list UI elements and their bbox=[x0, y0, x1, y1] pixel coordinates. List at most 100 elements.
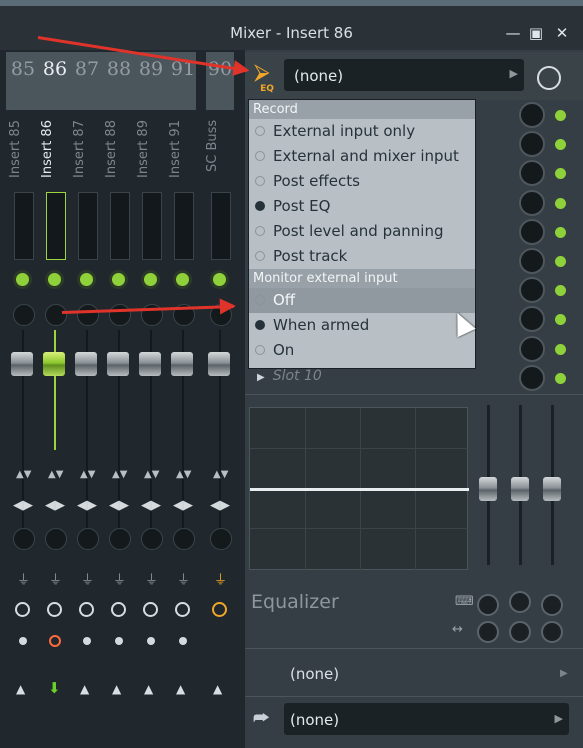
clock-icon[interactable] bbox=[15, 602, 30, 617]
swap-channels-icon[interactable]: ◀▶ bbox=[141, 498, 161, 513]
route-icon[interactable]: ⏚ bbox=[214, 569, 227, 588]
record-item[interactable]: Post level and panning bbox=[249, 219, 475, 244]
slot-enable-led[interactable] bbox=[555, 110, 566, 121]
track-number-87[interactable]: 87 bbox=[72, 58, 102, 80]
track-number-85[interactable]: 85 bbox=[8, 58, 38, 80]
mixer-strip[interactable]: Insert 86 ▲▼ ◀▶ ⏚ ⬇ bbox=[40, 110, 70, 748]
record-dot[interactable] bbox=[19, 637, 27, 645]
clock-icon[interactable] bbox=[537, 66, 561, 90]
send-arrow-up-icon[interactable]: ▲ bbox=[16, 682, 25, 696]
output-select[interactable]: (none) ▶ bbox=[284, 703, 569, 735]
record-dot[interactable] bbox=[115, 637, 123, 645]
record-item[interactable]: External and mixer input bbox=[249, 144, 475, 169]
separation-knob[interactable] bbox=[141, 528, 163, 550]
monitor-item[interactable]: When armed bbox=[249, 313, 475, 338]
eq-band-1-bw-knob[interactable] bbox=[477, 621, 499, 643]
volume-fader[interactable] bbox=[43, 352, 65, 376]
pan-knob[interactable] bbox=[109, 304, 131, 326]
enable-led[interactable] bbox=[16, 273, 29, 286]
enable-led[interactable] bbox=[213, 273, 226, 286]
mixer-strip-scbuss[interactable]: SC Buss ▲▼ ◀▶ ⏚ ▲ bbox=[205, 110, 235, 748]
stereo-separation-icon[interactable]: ▲▼ bbox=[16, 470, 31, 480]
swap-channels-icon[interactable]: ◀▶ bbox=[173, 498, 193, 513]
clock-icon[interactable] bbox=[79, 602, 94, 617]
volume-fader[interactable] bbox=[75, 352, 97, 376]
mixer-strip[interactable]: Insert 87 ▲▼ ◀▶ ⏚ ▲ bbox=[72, 110, 102, 748]
clock-icon[interactable] bbox=[143, 602, 158, 617]
eq-graph[interactable] bbox=[249, 407, 469, 571]
volume-fader[interactable] bbox=[107, 352, 129, 376]
send-arrow-up-icon[interactable]: ▲ bbox=[80, 682, 89, 696]
slot-mix-knob[interactable] bbox=[519, 277, 545, 304]
separation-knob[interactable] bbox=[109, 528, 131, 550]
volume-fader[interactable] bbox=[11, 352, 33, 376]
separation-knob[interactable] bbox=[210, 528, 232, 550]
maximize-icon[interactable]: ▣ bbox=[527, 24, 545, 42]
separation-knob[interactable] bbox=[13, 528, 35, 550]
clock-icon[interactable] bbox=[47, 602, 62, 617]
separation-knob[interactable] bbox=[77, 528, 99, 550]
route-icon[interactable]: ⏚ bbox=[49, 569, 62, 588]
enable-led[interactable] bbox=[80, 273, 93, 286]
mixer-strip[interactable]: Insert 91 ▲▼ ◀▶ ⏚ ▲ bbox=[168, 110, 198, 748]
record-item[interactable]: Post EQ bbox=[249, 194, 475, 219]
output-icon[interactable]: ⮫ bbox=[253, 708, 270, 729]
pan-knob[interactable] bbox=[13, 304, 35, 326]
stereo-separation-icon[interactable]: ▲▼ bbox=[112, 470, 127, 480]
stereo-separation-icon[interactable]: ▲▼ bbox=[176, 470, 191, 480]
route-icon[interactable]: ⏚ bbox=[81, 569, 94, 588]
volume-fader[interactable] bbox=[171, 352, 193, 376]
track-number-86[interactable]: 86 bbox=[40, 58, 70, 80]
slot-10[interactable]: ▶ Slot 10 bbox=[257, 368, 322, 384]
close-icon[interactable]: ✕ bbox=[553, 24, 571, 42]
route-icon[interactable]: ⏚ bbox=[177, 569, 190, 588]
record-item[interactable]: External input only bbox=[249, 119, 475, 144]
record-item[interactable]: Post track bbox=[249, 244, 475, 269]
eq-band-2-bw-knob[interactable] bbox=[509, 621, 531, 643]
stereo-separation-icon[interactable]: ▲▼ bbox=[144, 470, 159, 480]
slot-enable-led[interactable] bbox=[555, 343, 566, 355]
slot-mix-knob[interactable] bbox=[519, 218, 545, 245]
eq-band-3-bw-knob[interactable] bbox=[541, 621, 563, 643]
input-eq-icon[interactable]: ⮚ EQ bbox=[254, 62, 280, 95]
swap-channels-icon[interactable]: ◀▶ bbox=[13, 498, 33, 513]
send-label[interactable]: (none) bbox=[290, 665, 339, 683]
enable-led[interactable] bbox=[176, 273, 189, 286]
mixer-strip[interactable]: Insert 89 ▲▼ ◀▶ ⏚ ▲ bbox=[136, 110, 166, 748]
slot-enable-led[interactable] bbox=[555, 256, 566, 267]
swap-channels-icon[interactable]: ◀▶ bbox=[210, 498, 230, 513]
eq-band-3-freq-knob[interactable] bbox=[541, 594, 563, 616]
eq-band-2-freq-knob[interactable] bbox=[509, 591, 531, 613]
route-icon[interactable]: ⏚ bbox=[145, 569, 158, 588]
record-dot[interactable] bbox=[179, 637, 187, 645]
enable-led[interactable] bbox=[144, 273, 157, 286]
volume-fader[interactable] bbox=[208, 352, 230, 376]
separation-knob[interactable] bbox=[45, 528, 67, 550]
input-select[interactable]: (none) ▶ bbox=[284, 59, 524, 91]
stereo-separation-icon[interactable]: ▲▼ bbox=[213, 470, 228, 480]
separation-knob[interactable] bbox=[173, 528, 195, 550]
slot-enable-led[interactable] bbox=[555, 197, 566, 209]
record-dot[interactable] bbox=[147, 637, 155, 645]
slot-mix-knob[interactable] bbox=[519, 335, 545, 362]
send-arrow-up-icon[interactable]: ▲ bbox=[176, 682, 185, 696]
pan-knob[interactable] bbox=[45, 304, 67, 326]
route-icon[interactable]: ⏚ bbox=[17, 569, 30, 588]
monitor-item[interactable]: On bbox=[249, 338, 475, 363]
clock-icon[interactable] bbox=[212, 602, 227, 617]
send-arrow-up-icon[interactable]: ▲ bbox=[144, 682, 153, 696]
eq-band-1-fader[interactable] bbox=[479, 477, 497, 501]
monitor-item[interactable]: Off bbox=[249, 288, 475, 313]
stereo-separation-icon[interactable]: ▲▼ bbox=[48, 470, 63, 480]
stereo-separation-icon[interactable]: ▲▼ bbox=[80, 470, 95, 480]
slot-mix-knob[interactable] bbox=[519, 131, 545, 158]
swap-channels-icon[interactable]: ◀▶ bbox=[45, 498, 65, 513]
enable-led[interactable] bbox=[48, 273, 61, 286]
eq-band-3-fader[interactable] bbox=[543, 477, 561, 501]
enable-led[interactable] bbox=[112, 273, 125, 286]
slot-mix-knob[interactable] bbox=[519, 364, 545, 391]
record-item[interactable]: Post effects bbox=[249, 169, 475, 194]
track-number-88[interactable]: 88 bbox=[104, 58, 134, 80]
minimize-icon[interactable]: — bbox=[504, 24, 522, 42]
swap-channels-icon[interactable]: ◀▶ bbox=[109, 498, 129, 513]
